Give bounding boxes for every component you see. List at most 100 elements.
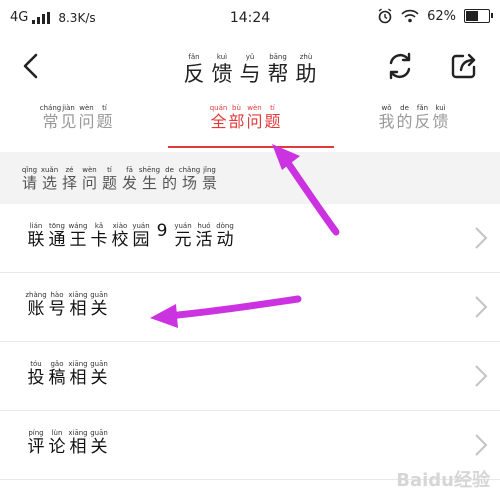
share-icon[interactable] <box>448 50 480 82</box>
ruby-char: guān 关 <box>89 360 109 389</box>
battery-percent: 62% <box>427 8 456 24</box>
hanzi: 校 <box>111 230 129 250</box>
ruby-char: guān 关 <box>89 291 109 320</box>
hanzi: 馈 <box>432 112 449 131</box>
list-item-account[interactable]: zhàng 账 hào 号 xiāng 相 guān 关 <box>0 273 500 342</box>
ruby-char: fā 发 <box>120 166 139 192</box>
pinyin: fǎn <box>188 53 200 61</box>
hanzi: 的 <box>396 112 413 131</box>
hanzi: 择 <box>61 174 77 192</box>
hanzi: 卡 <box>90 230 108 250</box>
chevron-right-icon <box>475 434 488 456</box>
hanzi: 生 <box>141 174 157 192</box>
ruby-char: tí 题 <box>100 166 119 192</box>
ruby-char: zhù 助 <box>293 53 319 86</box>
hanzi: 反 <box>414 112 431 131</box>
page-title: fǎn 反 kuì 馈 yǔ 与 bāng 帮 zhù 助 <box>0 44 500 86</box>
hanzi: 馈 <box>211 62 233 86</box>
list-item-unicom-card[interactable]: lián 联 tōng 通 wáng 王 kǎ 卡 xiào 校 yuán 园 9 yuán 元 huó 活 dò… <box>0 204 500 273</box>
wifi-icon <box>401 9 419 23</box>
hanzi: 题 <box>96 112 113 131</box>
ruby-char: xuǎn 选 <box>40 166 59 192</box>
ruby-char: de 的 <box>396 104 413 131</box>
ruby-char: píng 评 <box>26 429 46 458</box>
hanzi: 问 <box>78 112 95 131</box>
hanzi: 请 <box>21 174 37 192</box>
ruby-char: wèn 问 <box>80 166 99 192</box>
ruby-char: fǎn 反 <box>414 104 431 131</box>
ruby-char: zhàng 账 <box>25 291 46 320</box>
hanzi: 账 <box>27 299 45 319</box>
hanzi: 评 <box>27 437 45 457</box>
ruby-char: tōng 通 <box>47 222 67 251</box>
tab-all-questions[interactable]: quán 全 bù 部 wèn 问 tí 题 <box>210 104 281 131</box>
section-hint: qǐng 请 xuǎn 选 zé 择 wèn 问 tí 题 fā 发 shēng 生 de 的 chǎng 场 jǐ… <box>0 152 500 204</box>
active-tab-indicator <box>168 146 334 148</box>
hanzi: 相 <box>69 299 87 319</box>
hanzi: 选 <box>41 174 57 192</box>
tab-bar: cháng 常 jiàn 见 wèn 问 tí 题 quán 全 bù 部 wèn 问 tí 题 wǒ 我 de… <box>0 96 500 150</box>
ruby-char: gǎo 稿 <box>47 360 67 389</box>
ruby-char: cháng 常 <box>40 104 61 131</box>
ruby-char: wáng 王 <box>68 222 88 251</box>
ruby-char: xiāng 相 <box>68 429 88 458</box>
pinyin: yǔ <box>245 53 255 61</box>
hanzi: 景 <box>201 174 217 192</box>
ruby-char: yuán 元 <box>173 222 193 251</box>
tab-my-feedback[interactable]: wǒ 我 de 的 fǎn 反 kuì 馈 <box>378 104 449 131</box>
ruby-char: kuì 馈 <box>432 104 449 131</box>
hanzi: 联 <box>27 230 45 250</box>
ruby-char: dòng 动 <box>215 222 235 251</box>
ruby-char: tí 题 <box>264 104 281 131</box>
ruby-char: xiāng 相 <box>68 291 88 320</box>
hanzi: 9 <box>156 221 168 241</box>
ruby-char: zé 择 <box>60 166 79 192</box>
ruby-char: xiào 校 <box>110 222 130 251</box>
watermark: Baidu经验 <box>396 470 490 491</box>
hanzi: 部 <box>228 112 245 131</box>
hanzi: 动 <box>216 230 234 250</box>
hanzi: 题 <box>264 112 281 131</box>
list-item-submission[interactable]: tóu 投 gǎo 稿 xiāng 相 guān 关 <box>0 342 500 411</box>
hanzi: 问 <box>246 112 263 131</box>
ruby-char: wèn 问 <box>246 104 263 131</box>
ruby-char: shēng 生 <box>139 166 160 192</box>
hanzi: 全 <box>210 112 227 131</box>
status-right: 62% <box>377 8 493 24</box>
ruby-char: yuán 园 <box>131 222 151 251</box>
hanzi: 相 <box>69 368 87 388</box>
hanzi: 我 <box>378 112 395 131</box>
hanzi: 关 <box>90 437 108 457</box>
ruby-char: fǎn 反 <box>181 53 207 86</box>
tab-common-questions[interactable]: cháng 常 jiàn 见 wèn 问 tí 题 <box>40 104 113 131</box>
hanzi: 相 <box>69 437 87 457</box>
hanzi: 的 <box>161 174 177 192</box>
ruby-char: qǐng 请 <box>20 166 39 192</box>
chevron-right-icon <box>475 365 488 387</box>
alarm-icon <box>378 8 392 24</box>
status-bar: 4G 8.3K/s 14:24 62% <box>0 0 500 36</box>
ruby-char: hào 号 <box>47 291 67 320</box>
hanzi: 论 <box>48 437 66 457</box>
hanzi: 常 <box>42 112 59 131</box>
hanzi: 问 <box>81 174 97 192</box>
ruby-char: lián 联 <box>26 222 46 251</box>
ruby-char: tóu 投 <box>26 360 46 389</box>
ruby-char: tí 题 <box>96 104 113 131</box>
ruby-char: de 的 <box>160 166 179 192</box>
refresh-icon[interactable] <box>384 50 416 82</box>
ruby-char: chǎng 场 <box>179 166 200 192</box>
hanzi: 关 <box>90 299 108 319</box>
hanzi: 通 <box>48 230 66 250</box>
ruby-char: huó 活 <box>194 222 214 251</box>
hanzi: 园 <box>132 230 150 250</box>
pinyin: zhù <box>299 53 313 61</box>
hanzi: 反 <box>183 62 205 86</box>
hanzi: 题 <box>101 174 117 192</box>
hanzi: 元 <box>174 230 192 250</box>
ruby-char: bù 部 <box>228 104 245 131</box>
ruby-char: quán 全 <box>210 104 228 131</box>
ruby-char: kǎ 卡 <box>89 222 109 251</box>
hanzi: 助 <box>295 62 317 86</box>
ruby-char: wǒ 我 <box>378 104 395 131</box>
